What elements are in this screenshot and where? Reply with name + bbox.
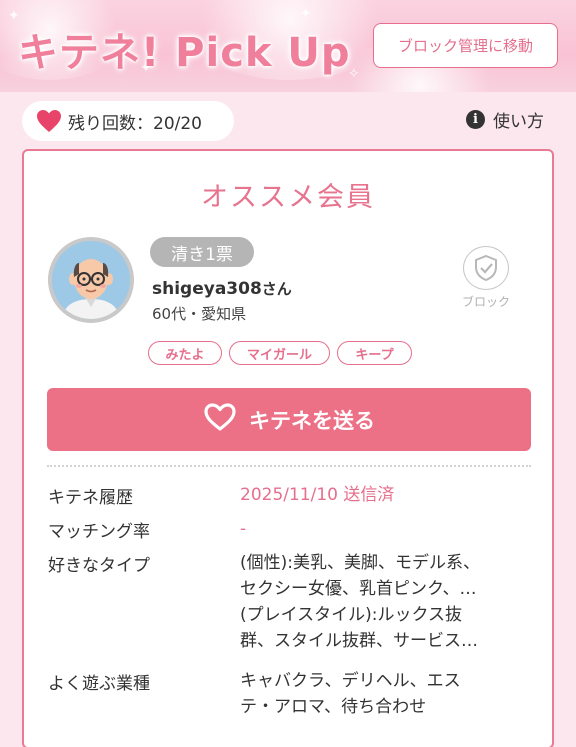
username-honorific: さん xyxy=(261,280,292,298)
username[interactable]: shigeya308さん xyxy=(152,278,292,299)
tag-keep[interactable]: キープ xyxy=(337,341,412,365)
avatar[interactable] xyxy=(48,237,134,323)
howto-link[interactable]: i 使い方 xyxy=(466,106,544,132)
age-area: 60代・愛知県 xyxy=(152,305,247,323)
divider xyxy=(47,465,531,467)
remaining-count: 残り回数：20/20 xyxy=(22,101,234,141)
info-icon: i xyxy=(466,109,485,129)
username-text: shigeya308 xyxy=(152,279,262,299)
block-label: ブロック xyxy=(461,295,510,309)
page-title: キテネ! Pick Up xyxy=(18,30,351,76)
favorite-type-line: 群、スタイル抜群、サービス… xyxy=(240,631,478,651)
send-kitene-button[interactable]: キテネを送る xyxy=(47,388,531,451)
heart-outline-icon xyxy=(203,402,237,437)
recommended-member-card: オススメ会員 清き1票 shigeya308さん 60代・愛知県 ブロック みた… xyxy=(22,149,554,747)
favorite-type-line: (プレイスタイル):ルックス抜 xyxy=(240,605,462,625)
frequent-genre-line: テ・アロマ、待ち合わせ xyxy=(240,697,427,717)
card-title: オススメ会員 xyxy=(201,182,375,213)
send-kitene-label: キテネを送る xyxy=(249,408,375,433)
pickup-header: ✦ ✦ ✦ ✧ キテネ! Pick Up ブロック管理に移動 xyxy=(0,0,576,92)
frequent-genre-line: キャバクラ、デリヘル、エス xyxy=(240,671,461,691)
matching-rate-value: - xyxy=(240,519,247,539)
tag-list: みたよ マイガール キープ xyxy=(148,341,412,365)
frequent-genre-value: キャバクラ、デリヘル、エス テ・アロマ、待ち合わせ xyxy=(240,668,530,720)
tag-my-girl[interactable]: マイガール xyxy=(229,341,330,365)
remaining-count-label: 残り回数：20/20 xyxy=(68,113,202,134)
howto-label: 使い方 xyxy=(493,111,544,132)
history-label: キテネ履歴 xyxy=(48,488,133,508)
block-button[interactable]: ブロック xyxy=(454,246,518,310)
favorite-type-line: (個性):美乳、美脚、モデル系、 xyxy=(240,553,480,573)
frequent-genre-label: よく遊ぶ業種 xyxy=(48,674,150,694)
favorite-type-line: セクシー女優、乳首ピンク、… xyxy=(240,579,477,599)
matching-rate-label: マッチング率 xyxy=(48,522,150,542)
shield-check-icon xyxy=(463,246,509,290)
block-manage-button[interactable]: ブロック管理に移動 xyxy=(373,23,558,68)
vote-badge: 清き1票 xyxy=(150,237,254,267)
favorite-type-value: (個性):美乳、美脚、モデル系、 セクシー女優、乳首ピンク、… (プレイスタイル… xyxy=(240,550,530,654)
heart-icon xyxy=(36,109,62,133)
favorite-type-label: 好きなタイプ xyxy=(48,556,150,576)
history-value: 2025/11/10 送信済 xyxy=(240,485,395,505)
tag-mitayo[interactable]: みたよ xyxy=(148,341,222,365)
avatar-image xyxy=(52,241,130,319)
